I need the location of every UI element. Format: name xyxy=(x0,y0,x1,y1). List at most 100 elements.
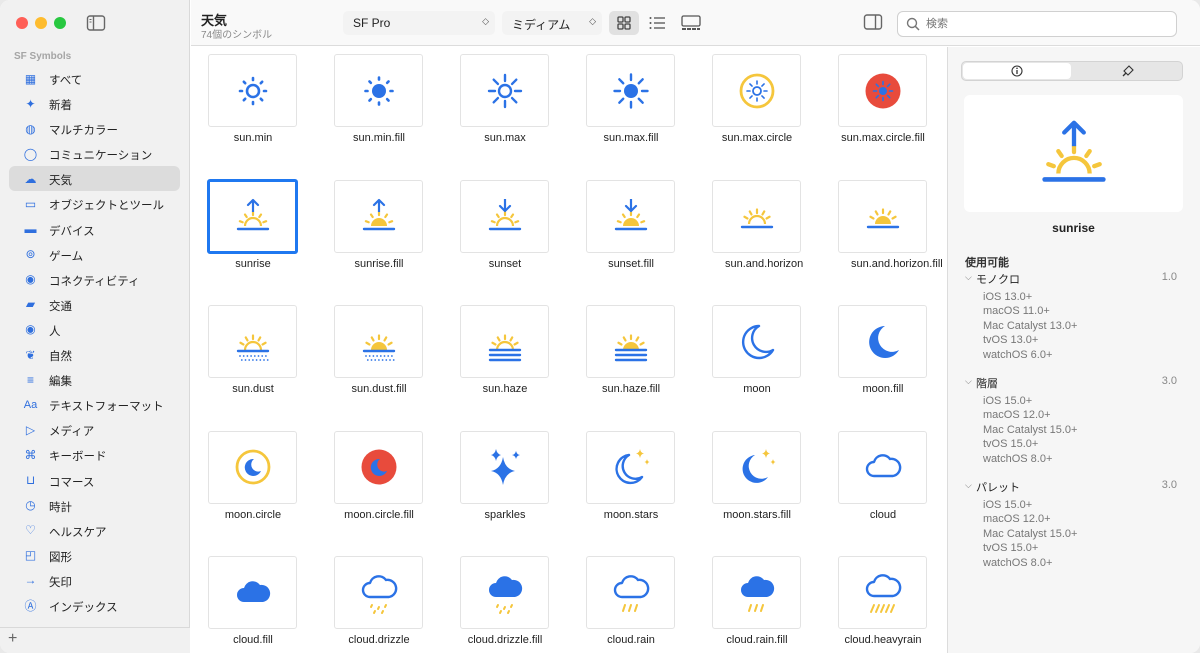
symbol-tile[interactable] xyxy=(207,178,298,254)
sidebar-item[interactable]: ♡ ヘルスケア xyxy=(9,518,180,543)
search-field[interactable] xyxy=(897,11,1177,37)
symbol-cell[interactable]: sun.min xyxy=(191,47,317,172)
availability-group-header[interactable]: ⌵ モノクロ 1.0 xyxy=(963,271,1179,287)
sidebar-item[interactable]: ⊚ ゲーム xyxy=(9,242,180,267)
symbol-cell[interactable]: sun.max xyxy=(443,47,569,172)
sidebar-item[interactable]: ◯ コミュニケーション xyxy=(9,141,180,166)
symbol-cell[interactable]: sun.and.horizon xyxy=(695,173,821,298)
symbol-tile[interactable] xyxy=(208,54,297,127)
symbol-cell[interactable]: cloud.drizzle xyxy=(317,549,443,653)
symbol-tile[interactable] xyxy=(838,430,927,504)
symbol-cell[interactable]: sparkles xyxy=(443,424,569,549)
symbol-tile[interactable] xyxy=(712,54,801,127)
font-select[interactable]: SF Pro ◇ xyxy=(343,11,495,35)
symbol-cell[interactable]: cloud.heavyrain xyxy=(821,549,946,653)
close-window-button[interactable] xyxy=(16,17,28,29)
symbol-tile[interactable] xyxy=(334,430,423,504)
symbol-tile[interactable] xyxy=(586,305,675,378)
symbol-cell[interactable]: sunset.fill xyxy=(569,173,695,298)
symbol-tile[interactable] xyxy=(586,430,675,504)
sidebar-item[interactable]: ▷ メディア xyxy=(9,417,180,442)
sidebar-item[interactable]: ▭ オブジェクトとツール xyxy=(9,191,180,216)
symbol-tile[interactable] xyxy=(460,305,549,378)
sidebar-item[interactable]: ☁ 天気 xyxy=(9,166,180,192)
symbol-tile[interactable] xyxy=(586,556,675,629)
symbol-tile[interactable] xyxy=(208,305,297,378)
symbol-cell[interactable]: sun.dust.fill xyxy=(317,298,443,423)
symbol-cell[interactable]: cloud.rain xyxy=(569,549,695,653)
symbol-cell[interactable]: sunrise xyxy=(191,173,317,298)
symbol-tile[interactable] xyxy=(460,556,549,629)
sidebar-item[interactable]: ◰ 図形 xyxy=(9,543,180,568)
symbol-cell[interactable]: sun.max.fill xyxy=(569,47,695,172)
availability-group-header[interactable]: ⌵ パレット 3.0 xyxy=(963,479,1179,495)
symbol-tile[interactable] xyxy=(838,54,927,127)
symbol-cell[interactable]: sun.haze.fill xyxy=(569,298,695,423)
symbol-tile[interactable] xyxy=(712,430,801,504)
symbol-cell[interactable]: cloud.rain.fill xyxy=(695,549,821,653)
sidebar-item[interactable]: ▰ 交通 xyxy=(9,292,180,317)
symbol-tile[interactable] xyxy=(460,430,549,504)
symbol-cell[interactable]: sun.dust xyxy=(191,298,317,423)
symbol-cell[interactable]: sun.and.horizon.fill xyxy=(821,173,946,298)
symbol-tile[interactable] xyxy=(208,556,297,629)
symbol-tile[interactable] xyxy=(460,179,549,253)
symbol-cell[interactable]: moon.circle.fill xyxy=(317,424,443,549)
symbol-tile[interactable] xyxy=(334,179,423,253)
sidebar-item[interactable]: ◉ 人 xyxy=(9,317,180,342)
search-input[interactable] xyxy=(926,16,1166,32)
symbol-tile[interactable] xyxy=(208,430,297,504)
symbol-cell[interactable]: moon.stars xyxy=(569,424,695,549)
sidebar-item[interactable]: ◍ マルチカラー xyxy=(9,116,180,141)
symbol-tile[interactable] xyxy=(586,54,675,127)
list-view-button[interactable] xyxy=(642,11,672,35)
symbol-tile[interactable] xyxy=(712,556,801,629)
symbol-tile[interactable] xyxy=(334,54,423,127)
symbol-cell[interactable]: moon xyxy=(695,298,821,423)
symbol-tile[interactable] xyxy=(460,54,549,127)
sidebar-item[interactable]: ▬ デバイス xyxy=(9,217,180,242)
symbol-tile[interactable] xyxy=(712,179,801,253)
inspector-toggle-icon[interactable] xyxy=(863,13,883,31)
symbol-cell[interactable]: moon.circle xyxy=(191,424,317,549)
symbol-cell[interactable]: sunrise.fill xyxy=(317,173,443,298)
symbol-cell[interactable]: cloud.drizzle.fill xyxy=(443,549,569,653)
grid-view-button[interactable] xyxy=(609,11,639,35)
zoom-window-button[interactable] xyxy=(54,17,66,29)
sidebar-item[interactable]: Aa テキストフォーマット xyxy=(9,392,180,417)
symbol-cell[interactable]: sun.max.circle.fill xyxy=(821,47,946,172)
weight-select[interactable]: ミディアム ◇ xyxy=(502,11,602,35)
sidebar-item[interactable]: ≡ 編集 xyxy=(9,367,180,392)
sidebar-item[interactable]: ◉ コネクティビティ xyxy=(9,267,180,292)
symbol-cell[interactable]: sun.max.circle xyxy=(695,47,821,172)
sidebar-item[interactable]: ❦ 自然 xyxy=(9,342,180,367)
tab-info[interactable] xyxy=(963,63,1071,79)
gallery-view-button[interactable] xyxy=(676,11,706,35)
sidebar-item[interactable]: → 矢印 xyxy=(9,568,180,593)
add-collection-button[interactable]: + xyxy=(8,630,17,648)
symbol-tile[interactable] xyxy=(334,556,423,629)
availability-group-header[interactable]: ⌵ 階層 3.0 xyxy=(963,375,1179,391)
symbol-cell[interactable]: moon.stars.fill xyxy=(695,424,821,549)
sidebar-item[interactable]: ◷ 時計 xyxy=(9,493,180,518)
symbol-cell[interactable]: moon.fill xyxy=(821,298,946,423)
symbol-cell[interactable]: sun.haze xyxy=(443,298,569,423)
sidebar-item[interactable]: ✦ 新着 xyxy=(9,91,180,116)
sidebar-item[interactable]: ⌘ キーボード xyxy=(9,442,180,467)
minimize-window-button[interactable] xyxy=(35,17,47,29)
sidebar-item[interactable]: ⊔ コマース xyxy=(9,468,180,493)
sidebar-toggle-icon[interactable] xyxy=(86,14,106,32)
tab-rendering[interactable] xyxy=(1074,63,1182,79)
symbol-tile[interactable] xyxy=(712,305,801,378)
symbol-tile[interactable] xyxy=(838,556,927,629)
sidebar-item[interactable]: Ⓐ インデックス xyxy=(9,593,180,618)
symbol-cell[interactable]: cloud.fill xyxy=(191,549,317,653)
symbol-tile[interactable] xyxy=(334,305,423,378)
symbol-cell[interactable]: sun.min.fill xyxy=(317,47,443,172)
sidebar-item[interactable]: ▦ すべて xyxy=(9,66,180,91)
symbol-tile[interactable] xyxy=(838,179,927,253)
symbol-cell[interactable]: sunset xyxy=(443,173,569,298)
symbol-tile[interactable] xyxy=(586,179,675,253)
symbol-tile[interactable] xyxy=(838,305,927,378)
symbol-cell[interactable]: cloud xyxy=(821,424,946,549)
